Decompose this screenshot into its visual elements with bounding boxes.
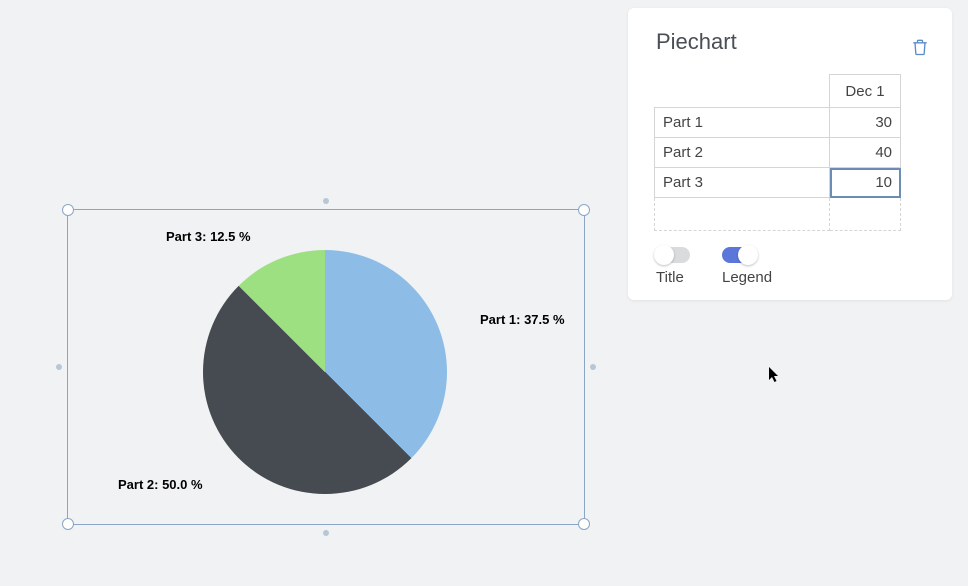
toggle-legend[interactable] xyxy=(722,247,756,263)
row-name[interactable]: Part 2 xyxy=(655,138,830,168)
row-value[interactable]: 40 xyxy=(830,138,901,168)
table-row: Part 2 40 xyxy=(655,138,901,168)
table-row: Part 3 10 xyxy=(655,168,901,198)
row-value-active[interactable]: 10 xyxy=(830,168,901,198)
toggle-title-label: Title xyxy=(656,269,684,286)
resize-handle-top-right[interactable] xyxy=(578,204,590,216)
row-name[interactable]: Part 1 xyxy=(655,108,830,138)
resize-handle-bottom-left[interactable] xyxy=(62,518,74,530)
table-corner xyxy=(655,75,830,108)
toggle-title[interactable] xyxy=(656,247,690,263)
pie-chart[interactable] xyxy=(203,250,447,494)
table-row: Part 1 30 xyxy=(655,108,901,138)
data-table: Dec 1 Part 1 30 Part 2 40 Part 3 10 xyxy=(654,74,901,231)
resize-mid-right[interactable] xyxy=(590,364,596,370)
add-row-value[interactable] xyxy=(830,198,901,231)
toggle-legend-label: Legend xyxy=(722,269,772,286)
cursor-icon xyxy=(769,367,781,387)
delete-icon[interactable] xyxy=(910,36,930,58)
slice-label-part1: Part 1: 37.5 % xyxy=(480,312,565,327)
slice-label-part3: Part 3: 12.5 % xyxy=(166,229,251,244)
add-row xyxy=(655,198,901,231)
resize-mid-left[interactable] xyxy=(56,364,62,370)
panel-title: Piechart xyxy=(656,29,737,55)
row-value[interactable]: 30 xyxy=(830,108,901,138)
resize-mid-bottom[interactable] xyxy=(323,530,329,536)
resize-handle-top-left[interactable] xyxy=(62,204,74,216)
resize-mid-top[interactable] xyxy=(323,198,329,204)
add-row-name[interactable] xyxy=(655,198,830,231)
column-header[interactable]: Dec 1 xyxy=(830,75,901,108)
resize-handle-bottom-right[interactable] xyxy=(578,518,590,530)
row-name[interactable]: Part 3 xyxy=(655,168,830,198)
slice-label-part2: Part 2: 50.0 % xyxy=(118,477,203,492)
properties-panel: Piechart Dec 1 Part 1 30 Part 2 40 Part … xyxy=(628,8,952,300)
